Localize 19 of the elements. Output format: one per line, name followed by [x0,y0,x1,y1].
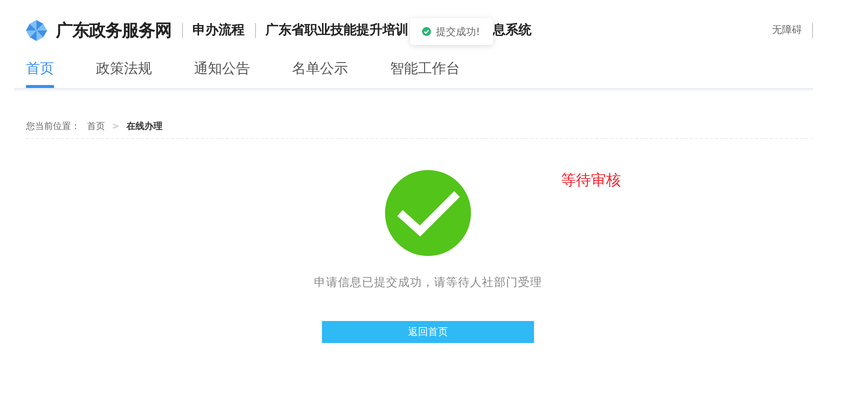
breadcrumb-prefix: 您当前位置： [26,120,80,133]
toast-message: 提交成功! [436,26,480,38]
site-brand[interactable]: 广东政务服务网 [56,18,172,42]
accessibility-link[interactable]: 无障碍 [772,23,802,37]
system-title: 息系统 [492,22,532,39]
section-title: 申办流程 [192,22,244,39]
system-title: 广东省职业技能提升培训 [266,22,408,39]
breadcrumb-separator: > [112,122,120,132]
nav-tab[interactable]: 通知公告 [194,60,250,88]
pinwheel-logo-icon [25,18,48,42]
result-message: 申请信息已提交成功，请等待人社部门受理 [314,275,542,290]
check-circle-icon [385,170,471,256]
breadcrumb-link[interactable]: 在线办理 [126,120,163,133]
check-icon [422,27,431,36]
nav-tab[interactable]: 名单公示 [292,60,348,88]
status-label: 等待审核 [561,171,621,190]
breadcrumb-link[interactable]: 首页 [87,120,105,133]
nav-tab[interactable]: 政策法规 [96,60,152,88]
nav-tab[interactable]: 智能工作台 [390,60,460,88]
